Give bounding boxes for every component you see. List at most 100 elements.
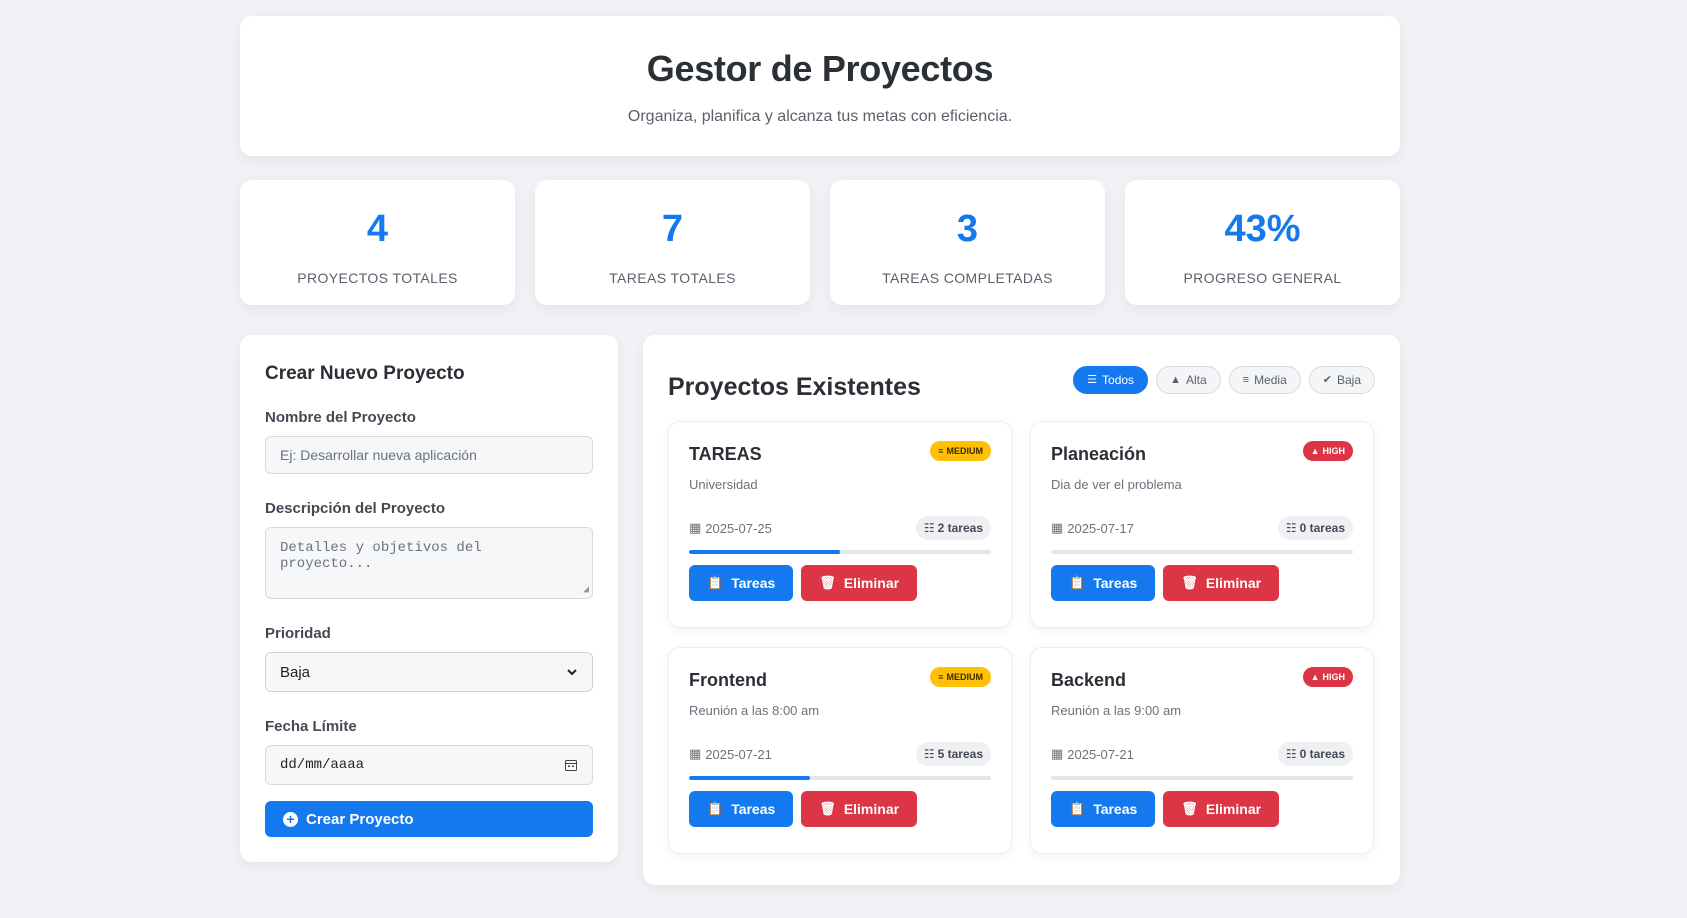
calendar-icon[interactable]	[564, 758, 578, 772]
tasks-button[interactable]: 📋 Tareas	[689, 791, 794, 827]
filter-medium-button[interactable]: ≡ Media	[1228, 365, 1301, 394]
tasks-button[interactable]: 📋 Tareas	[1051, 565, 1156, 601]
task-count-badge: ☷ 0 tareas	[1277, 742, 1353, 766]
deadline-date-input[interactable]: dd/mm/aaaa	[265, 745, 593, 785]
project-date-value: 2025-07-17	[1067, 520, 1134, 536]
textarea-placeholder: Detalles y objetivos del proyecto...	[280, 540, 482, 572]
filter-label: Alta	[1185, 372, 1207, 387]
delete-button-label: Eliminar	[1205, 575, 1262, 591]
priority-badge: ≡ MEDIUM	[930, 441, 991, 461]
stat-value: 43%	[1224, 208, 1301, 250]
project-cards-grid: TAREAS ≡ MEDIUM Universidad ▦ 2025-07-25…	[668, 421, 1375, 854]
progress-bar	[689, 550, 991, 554]
warning-icon: ▲	[1170, 373, 1181, 386]
projects-title: Proyectos Existentes	[668, 373, 921, 401]
task-list-icon: ☷	[923, 521, 935, 535]
stat-total-projects: 4 PROYECTOS TOTALES	[240, 180, 515, 305]
calendar-icon: ▦	[1051, 746, 1064, 761]
stat-label: TAREAS TOTALES	[609, 270, 736, 286]
trash-icon: 🗑	[1181, 801, 1198, 816]
task-count-value: 0 tareas	[1299, 747, 1345, 761]
calendar-icon: ▦	[689, 746, 702, 761]
filter-label: Todos	[1102, 372, 1135, 387]
progress-fill	[689, 550, 840, 554]
task-count-badge: ☷ 0 tareas	[1277, 516, 1353, 540]
stat-completed-tasks: 3 TAREAS COMPLETADAS	[830, 180, 1105, 305]
clipboard-icon: 📋	[707, 801, 724, 816]
progress-bar	[1051, 776, 1353, 780]
project-date: ▦ 2025-07-17	[1051, 520, 1134, 536]
task-count-badge: ☷ 2 tareas	[915, 516, 991, 540]
task-list-icon: ☷	[1285, 747, 1297, 761]
task-count-value: 5 tareas	[937, 747, 983, 761]
progress-fill	[689, 776, 810, 780]
warning-icon: ▲	[1310, 672, 1320, 682]
tasks-button-label: Tareas	[1093, 801, 1138, 817]
project-description: Reunión a las 9:00 am	[1051, 703, 1182, 718]
stats-row: 4 PROYECTOS TOTALES 7 TAREAS TOTALES 3 T…	[240, 180, 1400, 305]
project-name-input[interactable]: Ej: Desarrollar nueva aplicación	[265, 436, 593, 474]
priority-badge-label: MEDIUM	[946, 672, 984, 682]
delete-button[interactable]: 🗑 Eliminar	[1163, 565, 1280, 601]
task-count-value: 2 tareas	[937, 521, 983, 535]
stat-value: 3	[956, 208, 979, 250]
project-date-value: 2025-07-21	[1067, 746, 1134, 762]
delete-button[interactable]: 🗑 Eliminar	[801, 791, 918, 827]
task-count-value: 0 tareas	[1299, 521, 1345, 535]
stat-value: 7	[661, 208, 684, 250]
stat-value: 4	[366, 208, 389, 250]
clipboard-icon: 📋	[1069, 801, 1086, 816]
check-circle-icon: ✔	[1322, 374, 1332, 386]
priority-badge-label: MEDIUM	[946, 446, 984, 456]
filter-all-button[interactable]: ☰ Todos	[1073, 365, 1149, 394]
create-project-label: Crear Proyecto	[306, 810, 414, 828]
card-actions: 📋 Tareas 🗑 Eliminar	[689, 565, 991, 601]
progress-bar	[689, 776, 991, 780]
trash-icon: 🗑	[819, 575, 836, 590]
progress-bar	[1051, 550, 1353, 554]
description-label: Descripción del Proyecto	[265, 500, 446, 517]
project-description: Reunión a las 8:00 am	[689, 703, 820, 718]
project-meta: ▦ 2025-07-17 ☷ 0 tareas	[1051, 516, 1353, 540]
plus-circle-icon: +	[283, 811, 298, 827]
sliders-icon: ≡	[938, 446, 944, 456]
project-date: ▦ 2025-07-25	[689, 520, 772, 536]
create-project-form: Crear Nuevo Proyecto Nombre del Proyecto…	[240, 335, 618, 862]
tasks-button[interactable]: 📋 Tareas	[1051, 791, 1156, 827]
tasks-button[interactable]: 📋 Tareas	[689, 565, 794, 601]
create-project-button[interactable]: + Crear Proyecto	[265, 801, 593, 837]
page-title: Gestor de Proyectos	[646, 48, 994, 89]
calendar-icon: ▦	[1051, 520, 1064, 535]
project-date-value: 2025-07-21	[705, 746, 772, 762]
delete-button[interactable]: 🗑 Eliminar	[1163, 791, 1280, 827]
projects-header: Proyectos Existentes ☰ Todos ▲ Alta ≡ Me…	[668, 359, 1375, 402]
priority-badge-label: HIGH	[1322, 672, 1346, 682]
filter-high-button[interactable]: ▲ Alta	[1156, 365, 1221, 394]
project-date: ▦ 2025-07-21	[689, 746, 772, 762]
priority-select[interactable]: Baja	[265, 652, 593, 692]
project-date-value: 2025-07-25	[705, 520, 772, 536]
priority-label: Prioridad	[265, 625, 331, 642]
priority-badge: ▲ HIGH	[1302, 441, 1353, 461]
clipboard-icon: 📋	[1069, 575, 1086, 590]
project-meta: ▦ 2025-07-21 ☷ 5 tareas	[689, 742, 991, 766]
project-description: Dia de ver el problema	[1051, 477, 1182, 492]
card-actions: 📋 Tareas 🗑 Eliminar	[689, 791, 991, 827]
project-meta: ▦ 2025-07-25 ☷ 2 tareas	[689, 516, 991, 540]
project-description: Universidad	[689, 477, 758, 492]
task-list-icon: ☷	[923, 747, 935, 761]
stat-label: PROYECTOS TOTALES	[297, 270, 458, 286]
delete-button-label: Eliminar	[843, 575, 900, 591]
filter-low-button[interactable]: ✔ Baja	[1308, 365, 1375, 394]
tasks-button-label: Tareas	[731, 801, 776, 817]
project-card: Frontend ≡ MEDIUM Reunión a las 8:00 am …	[668, 647, 1012, 854]
project-card: TAREAS ≡ MEDIUM Universidad ▦ 2025-07-25…	[668, 421, 1012, 628]
trash-icon: 🗑	[1181, 575, 1198, 590]
task-list-icon: ☷	[1285, 521, 1297, 535]
list-icon: ☰	[1087, 374, 1098, 386]
resize-handle-icon[interactable]: ◢	[583, 584, 589, 596]
delete-button[interactable]: 🗑 Eliminar	[801, 565, 918, 601]
main-section: Crear Nuevo Proyecto Nombre del Proyecto…	[240, 335, 1400, 885]
tasks-button-label: Tareas	[731, 575, 776, 591]
project-description-textarea[interactable]: Detalles y objetivos del proyecto... ◢	[265, 527, 593, 599]
